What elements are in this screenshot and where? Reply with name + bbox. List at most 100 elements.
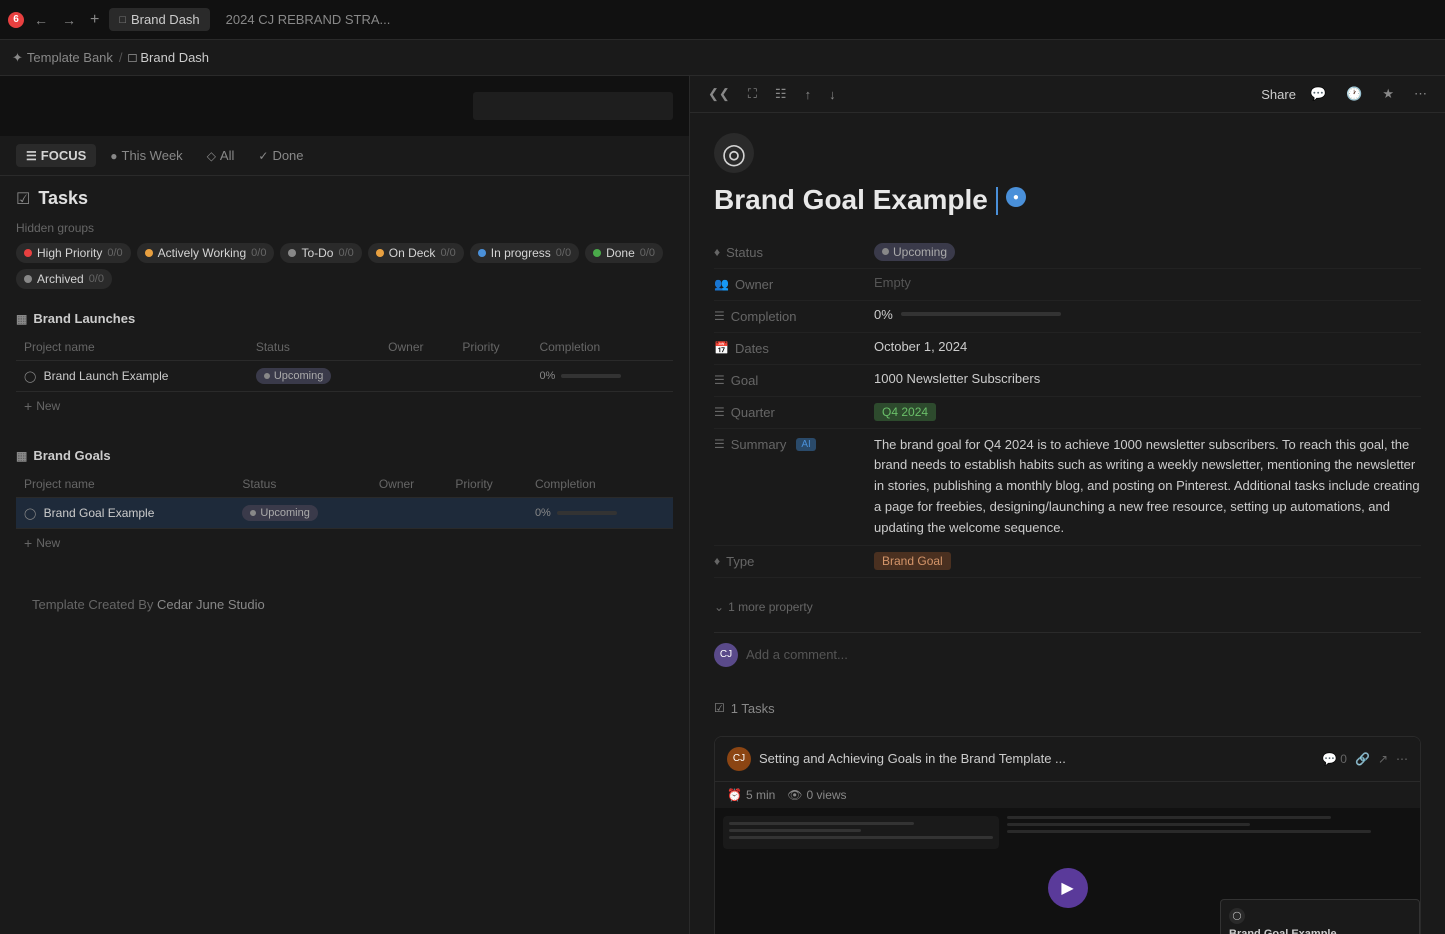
- video-more-button[interactable]: ⋯: [1396, 752, 1408, 766]
- add-tab-button[interactable]: +: [86, 7, 103, 33]
- group-tag-on-deck[interactable]: On Deck 0/0: [368, 243, 464, 263]
- more-properties[interactable]: ⌄ 1 more property: [714, 594, 1421, 620]
- tasks-title: Tasks: [38, 188, 88, 209]
- col-project-name-label-2: Project name: [24, 477, 95, 491]
- top-banner: [0, 76, 689, 136]
- video-header: CJ Setting and Achieving Goals in the Br…: [715, 737, 1420, 782]
- brand-launch-status-1[interactable]: Upcoming: [248, 361, 380, 392]
- property-type-value[interactable]: Brand Goal: [874, 552, 1421, 570]
- video-title: Setting and Achieving Goals in the Brand…: [759, 751, 1066, 766]
- property-quarter-value[interactable]: Q4 2024: [874, 403, 1421, 421]
- footer-link[interactable]: Cedar June Studio: [157, 597, 265, 612]
- status-text-1: Upcoming: [274, 370, 324, 382]
- breadcrumb-parent1[interactable]: ✦ Template Bank: [12, 50, 113, 66]
- sidebar-toggle-button[interactable]: ❮❮: [702, 82, 736, 106]
- brand-launches-table: Project name Status Owner Priority: [16, 334, 673, 392]
- layout-button[interactable]: ☷: [769, 82, 793, 106]
- property-dates-row: 📅 Dates October 1, 2024: [714, 333, 1421, 365]
- breadcrumb-separator: /: [119, 50, 123, 65]
- history-button[interactable]: 🕐: [1340, 82, 1368, 106]
- comment-input[interactable]: Add a comment...: [746, 647, 1421, 662]
- tab-done[interactable]: ✓ Done: [248, 144, 313, 167]
- right-panel: ❮❮ ⛶ ☷ ↑ ↓ Share 💬 🕐 ★ ⋯ ◎ Brand Goa: [690, 76, 1445, 934]
- completion-pct-text-1: 0%: [539, 370, 555, 382]
- project-circle-icon-1: ◯: [24, 371, 36, 383]
- group-tag-to-do[interactable]: To-Do 0/0: [280, 243, 361, 263]
- summary-prop-icon: ☰: [714, 437, 725, 451]
- right-toolbar-right: Share 💬 🕐 ★ ⋯: [1261, 82, 1433, 106]
- property-dates-value[interactable]: October 1, 2024: [874, 339, 1421, 354]
- fullpage-button[interactable]: ⛶: [742, 82, 763, 106]
- brand-goal-name-1[interactable]: ◯ Brand Goal Example: [16, 498, 234, 529]
- property-dates-label: Dates: [735, 341, 769, 356]
- property-goal-value[interactable]: 1000 Newsletter Subscribers: [874, 371, 1421, 386]
- col-status-2: Status: [234, 471, 371, 498]
- tasks-count-icon: ☑: [714, 701, 725, 715]
- property-owner-row: 👥 Owner Empty: [714, 269, 1421, 301]
- to-do-dot: [288, 249, 296, 257]
- video-external-button[interactable]: ↗: [1378, 752, 1388, 766]
- tab-rebrand[interactable]: 2024 CJ REBRAND STRA...: [216, 8, 401, 31]
- col-priority-1: Priority: [454, 334, 531, 361]
- all-icon: ◇: [207, 149, 216, 163]
- group-tag-archived[interactable]: Archived 0/0: [16, 269, 112, 289]
- brand-launch-name-1[interactable]: ◯ Brand Launch Example: [16, 361, 248, 392]
- group-tag-high-priority[interactable]: High Priority 0/0: [16, 243, 131, 263]
- archived-dot: [24, 275, 32, 283]
- page-icon: ◎: [714, 133, 754, 173]
- col-status-label-1: Status: [256, 340, 290, 354]
- tab-all[interactable]: ◇ All: [197, 144, 245, 167]
- project-circle-icon-2: ◯: [24, 508, 36, 520]
- group-tag-done[interactable]: Done 0/0: [585, 243, 663, 263]
- tasks-count-row[interactable]: ☑ 1 Tasks: [714, 693, 1421, 724]
- video-duration-text: 5 min: [746, 788, 775, 802]
- property-summary-value[interactable]: The brand goal for Q4 2024 is to achieve…: [874, 435, 1421, 539]
- brand-goals-new-row[interactable]: + New: [16, 529, 673, 557]
- status-prop-badge: Upcoming: [874, 243, 955, 261]
- property-status-value[interactable]: Upcoming: [874, 243, 1421, 261]
- breadcrumb-icon: ✦: [12, 50, 23, 66]
- brand-launch-row-1[interactable]: ◯ Brand Launch Example Upcoming: [16, 361, 673, 392]
- forward-button[interactable]: →: [58, 8, 80, 32]
- brand-goal-status-1[interactable]: Upcoming: [234, 498, 371, 529]
- tab-focus[interactable]: ☰ FOCUS: [16, 144, 96, 167]
- brand-goal-priority-1[interactable]: [447, 498, 527, 529]
- property-owner-value[interactable]: Empty: [874, 275, 1421, 290]
- video-comments-button[interactable]: 💬 0: [1322, 752, 1347, 766]
- property-completion-value[interactable]: 0%: [874, 307, 1421, 322]
- tab-this-week[interactable]: ● This Week: [100, 144, 192, 167]
- comment-toolbar-button[interactable]: 💬: [1304, 82, 1332, 106]
- summary-text: The brand goal for Q4 2024 is to achieve…: [874, 435, 1421, 539]
- property-quarter-label: Quarter: [731, 405, 775, 420]
- brand-launches-header: ▦ Brand Launches: [16, 303, 673, 334]
- brand-launches-new-row[interactable]: + New: [16, 392, 673, 420]
- focus-tab-icon: ☰: [26, 149, 37, 163]
- brand-launch-owner-1[interactable]: [380, 361, 454, 392]
- footer-text: Template Created By: [32, 597, 153, 612]
- video-link-button[interactable]: 🔗: [1355, 752, 1370, 766]
- group-tag-in-progress[interactable]: In progress 0/0: [470, 243, 579, 263]
- col-owner-label-1: Owner: [388, 340, 423, 354]
- brand-goal-row-1[interactable]: ◯ Brand Goal Example Upcoming: [16, 498, 673, 529]
- in-progress-count: 0/0: [556, 247, 571, 259]
- on-deck-dot: [376, 249, 384, 257]
- play-button[interactable]: ▶: [1048, 868, 1088, 908]
- breadcrumb-current-label: Brand Dash: [140, 50, 209, 65]
- tab-brand-dash[interactable]: □ Brand Dash: [109, 8, 209, 31]
- brand-goal-owner-1[interactable]: [371, 498, 448, 529]
- nav-next-button[interactable]: ↓: [823, 82, 842, 106]
- status-text-2: Upcoming: [260, 507, 310, 519]
- back-button[interactable]: ←: [30, 8, 52, 32]
- comment-area: CJ Add a comment...: [714, 632, 1421, 677]
- comp-pct-text: 0%: [874, 307, 893, 322]
- share-button[interactable]: Share: [1261, 87, 1296, 102]
- breadcrumb-current[interactable]: □ Brand Dash: [129, 50, 210, 65]
- group-tag-actively-working[interactable]: Actively Working 0/0: [137, 243, 275, 263]
- chevron-down-icon: ⌄: [714, 600, 724, 614]
- nav-prev-button[interactable]: ↑: [799, 82, 818, 106]
- more-options-button[interactable]: ⋯: [1408, 82, 1433, 106]
- property-goal-label-wrap: ☰ Goal: [714, 371, 874, 388]
- favorite-button[interactable]: ★: [1376, 82, 1400, 106]
- property-status-row: ♦ Status Upcoming: [714, 237, 1421, 269]
- brand-launch-priority-1[interactable]: [454, 361, 531, 392]
